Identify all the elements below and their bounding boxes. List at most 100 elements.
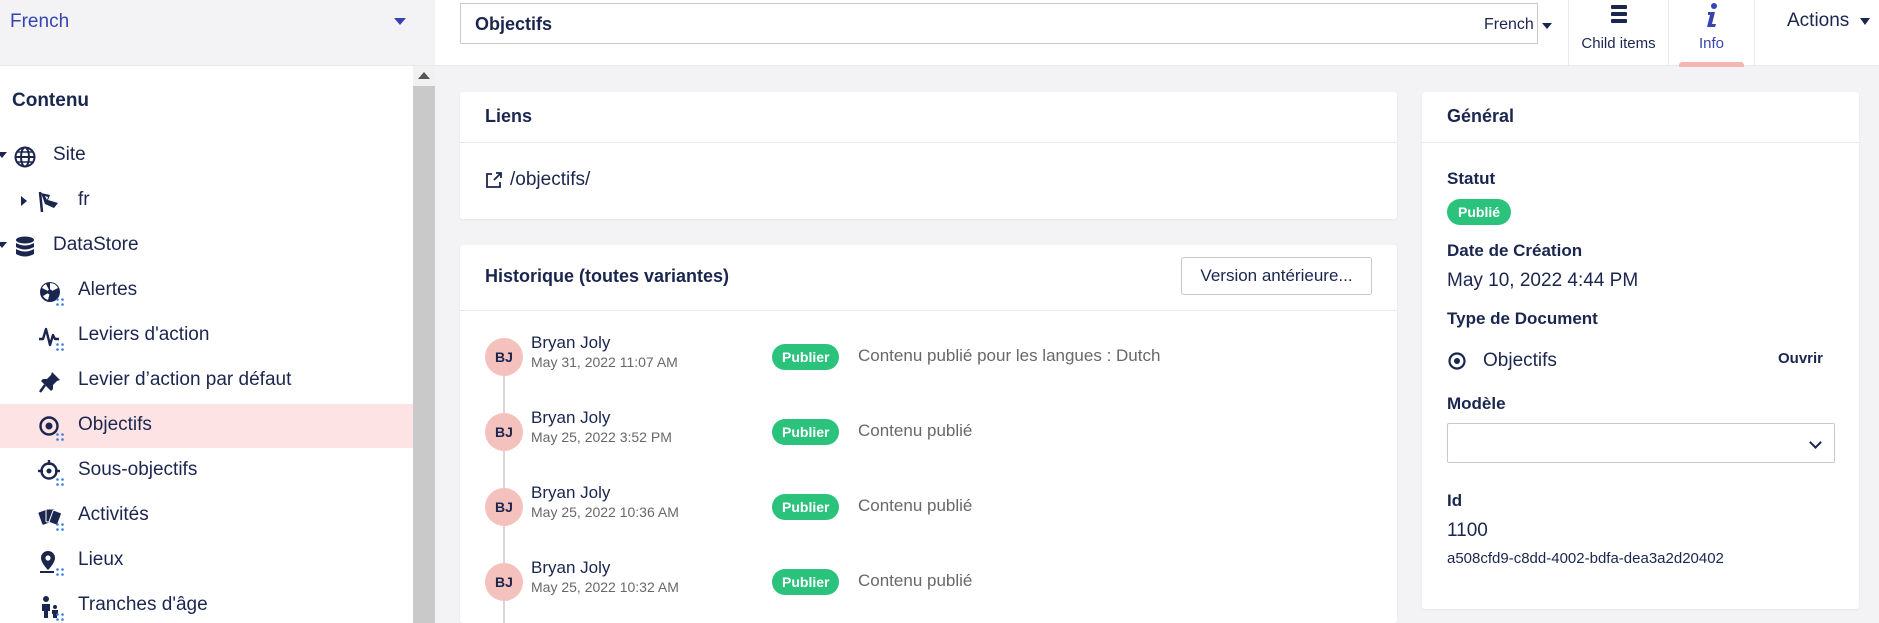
card-header: Historique (toutes variantes) Version an… [460,245,1397,311]
history-card: Historique (toutes variantes) Version an… [460,245,1397,623]
caret-down-icon[interactable] [0,152,7,158]
tree-item-label: Objectifs [78,414,152,435]
tree-item-site[interactable]: Site [0,134,413,178]
action-badge: Publier [772,494,840,520]
language-selector[interactable]: French [0,0,435,66]
scroll-up-arrow-icon[interactable] [418,72,430,79]
grid-dots-icon [56,478,64,486]
guid-value: a508cfd9-c8dd-4002-bdfa-dea3a2d20402 [1447,550,1724,567]
history-entry: BJ Bryan Joly May 31, 2022 11:07 AM Publ… [485,333,1385,398]
tab-info[interactable]: Info [1668,0,1754,67]
links-card: Liens /objectifs/ [460,92,1397,219]
tree-item-label: Tranches d'âge [78,594,208,615]
id-value: 1100 [1447,520,1488,541]
history-message: Contenu publié [858,421,973,440]
chevron-down-icon [1809,436,1822,449]
flag-icon [38,191,58,213]
open-document-type-link[interactable]: Ouvrir [1778,350,1823,367]
grid-dots-icon [56,613,64,621]
child-items-label: Child items [1581,35,1656,52]
header-divider [1754,0,1755,66]
tree-section-title: Contenu [12,90,90,111]
card-header: Général [1422,92,1859,143]
tree-item-label: Lieux [78,549,124,570]
list-icon [1611,5,1627,23]
globe-icon [14,146,36,168]
language-selector-label: French [10,11,70,32]
node-url[interactable]: /objectifs/ [510,169,590,191]
child-items-button[interactable]: Child items [1568,0,1668,66]
tree-item-lieux[interactable]: Lieux [0,539,413,583]
tree-item-sous-objectifs[interactable]: Sous-objectifs [0,449,413,493]
info-label: Info [1698,35,1725,52]
tree-item-label: Levier d’action par défaut [78,369,292,390]
grid-dots-icon [56,343,64,351]
general-card: Général Statut Publié Date de Création M… [1422,92,1859,609]
tree-item-label: Sous-objectifs [78,459,198,480]
history-message: Contenu publié [858,571,973,590]
sidebar: French Contenu Site fr DataStore Alertes… [0,0,435,623]
history-user: Bryan Joly [531,483,611,502]
avatar: BJ [485,338,523,376]
created-date-value: May 10, 2022 4:44 PM [1447,270,1639,291]
action-badge: Publier [772,419,840,445]
document-type-value: Objectifs [1483,350,1557,371]
caret-down-icon[interactable] [1542,23,1552,29]
tree-item-alertes[interactable]: Alertes [0,269,413,313]
status-badge: Publié [1447,199,1512,225]
tree-item-levier-defaut[interactable]: Levier d’action par défaut [0,359,413,403]
history-entry: BJ Bryan Joly May 25, 2022 10:36 AM Publ… [485,483,1385,548]
document-type-label: Type de Document [1447,309,1598,328]
history-user: Bryan Joly [531,558,611,577]
history-entry: BJ Bryan Joly May 25, 2022 3:52 PM Publi… [485,408,1385,473]
tree-item-activites[interactable]: Activités [0,494,413,538]
links-card-title: Liens [485,106,533,126]
history-date: May 25, 2022 3:52 PM [531,429,672,445]
history-user: Bryan Joly [531,333,611,352]
history-message: Contenu publié [858,496,973,515]
avatar: BJ [485,488,523,526]
grid-dots-icon [56,568,64,576]
tree-item-tranches-age[interactable]: Tranches d'âge [0,584,413,623]
caret-right-icon[interactable] [21,196,27,206]
tree-item-datastore[interactable]: DataStore [0,224,413,268]
history-entry: BJ Bryan Joly May 25, 2022 10:32 AM Publ… [485,558,1385,623]
caret-down-icon[interactable] [0,242,7,248]
general-card-title: Général [1447,106,1515,126]
tree-item-objectifs[interactable]: Objectifs [0,404,413,448]
created-date-label: Date de Création [1447,241,1583,260]
caret-down-icon[interactable] [1860,18,1870,25]
grid-dots-icon [56,523,64,531]
node-name-field[interactable]: Objectifs French [460,3,1552,44]
pin-icon [38,372,60,393]
avatar: BJ [485,413,523,451]
external-link-icon [486,172,502,188]
rollback-button[interactable]: Version antérieure... [1181,257,1372,295]
variant-language-selector[interactable]: French [1484,16,1534,34]
node-name[interactable]: Objectifs [475,14,552,35]
tree-item-label: DataStore [53,234,139,255]
target-icon [1448,352,1466,370]
history-card-title: Historique (toutes variantes) [485,266,730,286]
editor-header: Objectifs French Child items Info Action… [435,0,1879,67]
tree-item-fr[interactable]: fr [0,179,413,223]
database-icon [16,236,34,257]
status-label: Statut [1447,169,1496,188]
template-label: Modèle [1447,394,1506,413]
template-select[interactable] [1447,423,1835,463]
tree-item-label: Alertes [78,279,138,300]
caret-down-icon [394,18,406,25]
tree-item-label: Leviers d'action [78,324,210,345]
history-date: May 31, 2022 11:07 AM [531,354,678,370]
tree-item-leviers-action[interactable]: Leviers d'action [0,314,413,358]
actions-menu-button[interactable]: Actions [1787,10,1849,32]
scrollbar-thumb[interactable] [413,86,435,623]
avatar: BJ [485,563,523,601]
action-badge: Publier [772,569,840,595]
grid-dots-icon [56,298,64,306]
tree-item-label: Activités [78,504,149,525]
history-message: Contenu publié pour les langues : Dutch [858,346,1161,365]
history-date: May 25, 2022 10:32 AM [531,579,679,595]
active-tab-indicator [1679,62,1744,67]
action-badge: Publier [772,344,840,370]
